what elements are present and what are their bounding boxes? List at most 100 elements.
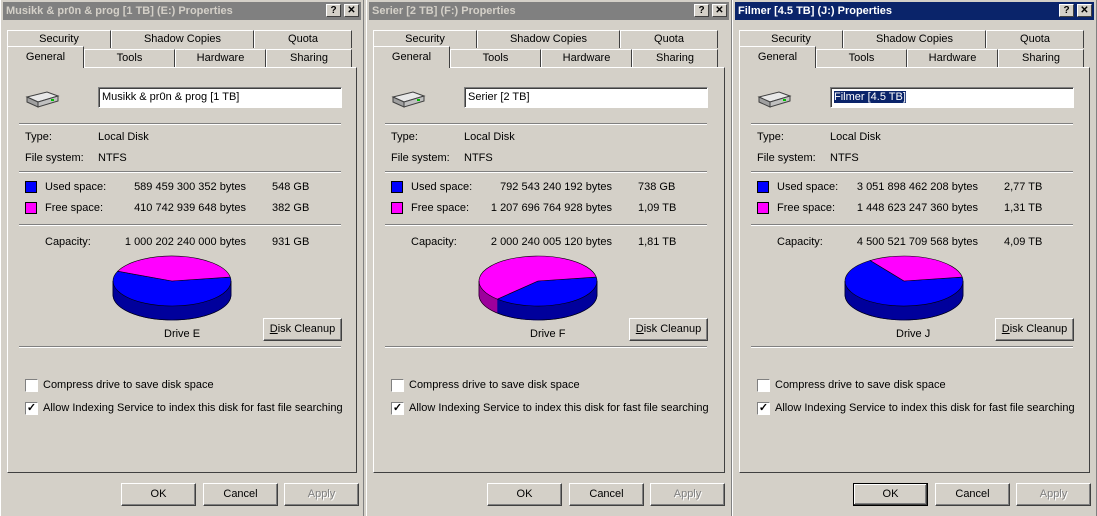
compress-checkbox[interactable] [757, 379, 770, 392]
tab-quota[interactable]: Quota [254, 30, 352, 48]
disk-cleanup-button[interactable]: Disk Cleanup [263, 318, 342, 341]
pie-used-side [527, 305, 531, 321]
tab-tools[interactable]: Tools [84, 49, 175, 67]
compress-label[interactable]: Compress drive to save disk space [43, 379, 214, 391]
pie-used-side [907, 305, 911, 321]
drive-name-field[interactable]: Musikk & pr0n & prog [1 TB] [98, 87, 342, 108]
tab-tools[interactable]: Tools [816, 49, 907, 67]
indexing-label[interactable]: Allow Indexing Service to index this dis… [409, 402, 709, 414]
compress-label[interactable]: Compress drive to save disk space [775, 379, 946, 391]
free-space-bytes: 1 448 623 247 360 bytes [856, 202, 978, 214]
tab-general[interactable]: General [373, 46, 450, 68]
tab-sharing[interactable]: Sharing [998, 49, 1084, 67]
capacity-label: Capacity: [777, 236, 823, 248]
pie-used-side [889, 304, 893, 320]
separator [19, 123, 341, 125]
ok-button[interactable]: OK [487, 483, 562, 506]
apply-button: Apply [650, 483, 725, 506]
type-value: Local Disk [830, 131, 881, 143]
help-icon[interactable]: ? [1059, 4, 1074, 17]
tab-general[interactable]: General [739, 46, 816, 68]
compress-checkbox[interactable] [391, 379, 404, 392]
pie-used-side [899, 305, 903, 321]
cancel-button[interactable]: Cancel [203, 483, 278, 506]
drive-name-field[interactable]: Filmer [4.5 TB] [830, 87, 1074, 108]
free-space-size: 1,31 TB [1004, 202, 1043, 214]
tab-hardware[interactable]: Hardware [175, 49, 266, 67]
free-space-size: 382 GB [272, 202, 310, 214]
close-icon[interactable]: ✕ [712, 4, 727, 17]
general-panel: Filmer [4.5 TB] Type: Local Disk File sy… [739, 67, 1090, 473]
pie-used-side [549, 304, 553, 320]
file-system-value: NTFS [98, 152, 127, 164]
indexing-checkbox[interactable]: ✓ [391, 402, 404, 415]
free-space-label: Free space: [777, 202, 836, 214]
used-space-size: 738 GB [638, 181, 676, 193]
pie-used-side [535, 305, 539, 321]
close-icon[interactable]: ✕ [344, 4, 359, 17]
pie-used-side [525, 305, 529, 320]
indexing-checkbox[interactable]: ✓ [25, 402, 38, 415]
pie-used-side [163, 305, 167, 321]
indexing-label[interactable]: Allow Indexing Service to index this dis… [43, 402, 343, 414]
hard-disk-icon [757, 91, 792, 108]
title-bar[interactable]: Serier [2 TB] (F:) Properties ? ✕ [369, 2, 729, 20]
compress-label[interactable]: Compress drive to save disk space [409, 379, 580, 391]
compress-checkbox[interactable] [25, 379, 38, 392]
tab-row-front: General Tools Hardware Sharing [373, 46, 725, 68]
tab-sharing[interactable]: Sharing [266, 49, 352, 67]
tab-hardware[interactable]: Hardware [541, 49, 632, 67]
pie-used-side [913, 305, 917, 320]
pie-used-side [545, 305, 549, 321]
cancel-button[interactable]: Cancel [569, 483, 644, 506]
close-icon[interactable]: ✕ [1077, 4, 1092, 17]
window-title: Filmer [4.5 TB] (J:) Properties [738, 5, 893, 17]
help-icon[interactable]: ? [326, 4, 341, 17]
drive-label: Drive E [164, 328, 201, 340]
pie-used-side [183, 304, 187, 320]
indexing-checkbox[interactable]: ✓ [757, 402, 770, 415]
capacity-size: 1,81 TB [638, 236, 677, 248]
pie-used-side [543, 305, 547, 321]
free-space-swatch [757, 202, 769, 214]
disk-cleanup-button[interactable]: Disk Cleanup [629, 318, 708, 341]
drive-name-value: Serier [2 TB] [468, 91, 530, 103]
tab-quota[interactable]: Quota [620, 30, 718, 48]
tab-quota[interactable]: Quota [986, 30, 1084, 48]
title-bar[interactable]: Filmer [4.5 TB] (J:) Properties ? ✕ [735, 2, 1094, 20]
separator [19, 224, 341, 226]
separator [385, 346, 707, 348]
used-space-swatch [25, 181, 37, 193]
indexing-label[interactable]: Allow Indexing Service to index this dis… [775, 402, 1075, 414]
tab-shadow-copies[interactable]: Shadow Copies [843, 30, 986, 48]
pie-used-side [159, 305, 163, 320]
disk-cleanup-button[interactable]: Disk Cleanup [995, 318, 1074, 341]
file-system-value: NTFS [464, 152, 493, 164]
separator [19, 171, 341, 173]
tab-shadow-copies[interactable]: Shadow Copies [477, 30, 620, 48]
title-bar[interactable]: Musikk & pr0n & prog [1 TB] (E:) Propert… [3, 2, 361, 20]
tab-hardware[interactable]: Hardware [907, 49, 998, 67]
help-icon[interactable]: ? [694, 4, 709, 17]
file-system-value: NTFS [830, 152, 859, 164]
pie-used-side [161, 305, 165, 321]
tab-shadow-copies[interactable]: Shadow Copies [111, 30, 254, 48]
pie-used-side [915, 304, 919, 320]
tab-tools[interactable]: Tools [450, 49, 541, 67]
tab-sharing[interactable]: Sharing [632, 49, 718, 67]
file-system-label: File system: [391, 152, 450, 164]
hard-disk-icon [25, 91, 60, 108]
used-space-swatch [391, 181, 403, 193]
separator [385, 123, 707, 125]
separator [385, 171, 707, 173]
pie-used-side [169, 305, 173, 321]
window-title: Musikk & pr0n & prog [1 TB] (E:) Propert… [6, 5, 233, 17]
ok-button[interactable]: OK [853, 483, 928, 506]
tab-general[interactable]: General [7, 46, 84, 68]
ok-button[interactable]: OK [121, 483, 196, 506]
drive-name-field[interactable]: Serier [2 TB] [464, 87, 708, 108]
pie-used-side [533, 305, 537, 321]
cancel-button[interactable]: Cancel [935, 483, 1010, 506]
file-system-label: File system: [25, 152, 84, 164]
drive-name-value: Musikk & pr0n & prog [1 TB] [102, 91, 240, 103]
